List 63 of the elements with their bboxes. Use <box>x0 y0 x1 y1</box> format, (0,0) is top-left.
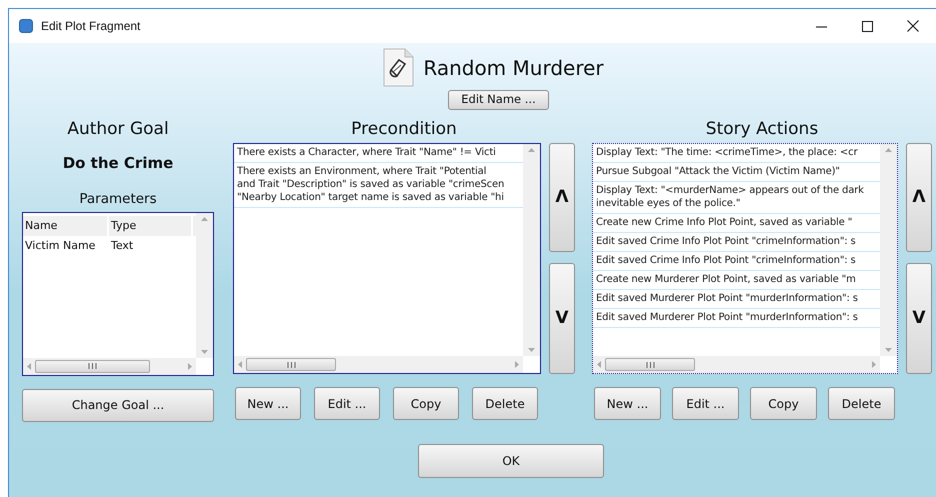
vertical-scrollbar[interactable] <box>523 144 540 356</box>
move-up-button[interactable]: Λ <box>906 143 932 252</box>
scrollbar-thumb[interactable] <box>35 360 150 373</box>
scroll-right-icon[interactable] <box>872 361 876 368</box>
maximize-icon[interactable] <box>862 20 872 32</box>
section-heading: Story Actions <box>704 119 820 139</box>
grip-icon <box>646 362 654 368</box>
scroll-left-icon[interactable] <box>597 361 601 368</box>
list-item[interactable]: Create new Crime Info Plot Point, saved as variable " <box>593 214 880 233</box>
list-item[interactable]: Edit saved Murderer Plot Point "murderInformation": s <box>593 290 880 309</box>
fragment-title: Random Murderer <box>423 55 604 82</box>
section-heading: Author Goal <box>67 119 169 139</box>
list-item[interactable]: Edit saved Crime Info Plot Point "crimeInformation": s <box>593 252 880 271</box>
scroll-down-icon[interactable] <box>885 348 892 352</box>
list-item[interactable]: Pursue Subgoal "Attack the Victim (Victim Name)" <box>593 163 880 182</box>
scroll-down-icon[interactable] <box>528 348 535 352</box>
table-cell-text: Victim Name <box>24 238 96 254</box>
list-item[interactable]: There exists a Character, where Trait "Name" != Victi <box>234 144 523 163</box>
move-up-button[interactable]: Λ <box>549 143 575 252</box>
copy-button[interactable]: Copy <box>750 387 817 420</box>
delete-button[interactable]: Delete <box>828 387 895 420</box>
list-item[interactable]: Edit saved Crime Info Plot Point "crimeInformation": s <box>593 233 880 252</box>
table-cell-text: Text <box>110 238 134 254</box>
scrollbar-thumb[interactable] <box>246 358 336 371</box>
column-header[interactable]: Type <box>109 216 193 236</box>
horizontal-scrollbar[interactable] <box>23 358 196 375</box>
scroll-left-icon[interactable] <box>238 361 242 368</box>
scroll-left-icon[interactable] <box>27 362 31 370</box>
scroll-up-icon[interactable] <box>528 148 535 152</box>
edit-button[interactable]: Edit ... <box>314 387 380 420</box>
list-item[interactable]: Edit saved Murderer Plot Point "murderInformation": s <box>593 309 880 328</box>
horizontal-scrollbar[interactable] <box>593 356 880 373</box>
scroll-up-icon[interactable] <box>885 148 892 152</box>
window-title: Edit Plot Fragment <box>41 18 140 35</box>
copy-button[interactable]: Copy <box>393 387 459 420</box>
document-icon <box>381 48 416 88</box>
scroll-right-icon[interactable] <box>188 362 192 370</box>
list-item[interactable]: Display Text: "The time: <crimeTime>, the place: <cr <box>593 144 880 163</box>
edit-name-button[interactable]: Edit Name ... <box>448 90 549 110</box>
vertical-scrollbar[interactable] <box>196 212 213 358</box>
parameters-label: Parameters <box>79 190 157 208</box>
move-down-button[interactable]: V <box>549 263 575 374</box>
horizontal-scrollbar[interactable] <box>234 356 523 373</box>
scroll-up-icon[interactable] <box>201 216 208 221</box>
ok-button[interactable]: OK <box>418 444 604 478</box>
new-button[interactable]: New ... <box>594 387 661 420</box>
section-heading: Precondition <box>350 119 458 139</box>
list-item[interactable]: Create new Murderer Plot Point, saved as variable "m <box>593 271 880 290</box>
scroll-down-icon[interactable] <box>201 350 208 354</box>
scrollbar-thumb[interactable] <box>605 358 695 371</box>
grip-icon <box>286 362 296 368</box>
delete-button[interactable]: Delete <box>472 387 538 420</box>
edit-button[interactable]: Edit ... <box>672 387 739 420</box>
grip-icon <box>88 363 97 370</box>
move-down-button[interactable]: V <box>906 263 932 374</box>
goal-name: Do the Crime <box>62 153 174 174</box>
scroll-right-icon[interactable] <box>515 361 519 368</box>
change-goal-button[interactable]: Change Goal ... <box>22 388 214 422</box>
vertical-scrollbar[interactable] <box>880 144 897 356</box>
close-icon[interactable] <box>907 20 919 32</box>
app-icon <box>19 19 33 33</box>
new-button[interactable]: New ... <box>235 387 301 420</box>
column-header[interactable]: Name <box>23 216 109 236</box>
